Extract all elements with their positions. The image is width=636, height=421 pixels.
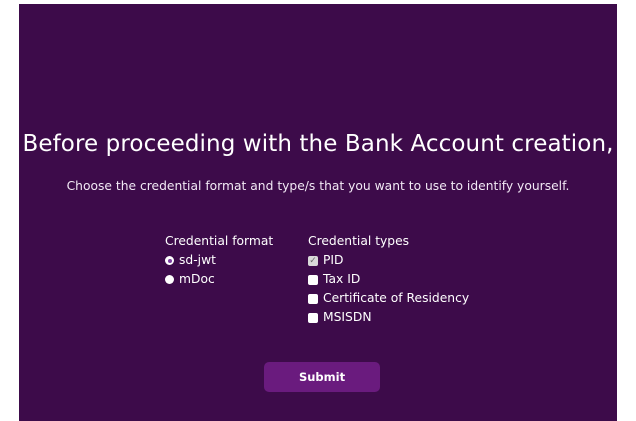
type-option-msisdn[interactable]: MSISDN [308, 308, 508, 327]
checkbox-certificate-of-residency[interactable] [308, 293, 318, 304]
credential-format-title: Credential format [165, 234, 274, 248]
type-option-pid[interactable]: ✓ PID [308, 251, 508, 270]
type-option-tax-id[interactable]: Tax ID [308, 270, 508, 289]
format-option-mdoc[interactable]: mDoc [165, 270, 308, 289]
format-option-label: mDoc [179, 272, 215, 286]
instructions-text: Choose the credential format and type/s … [66, 179, 570, 193]
credential-types-title: Credential types [308, 234, 410, 248]
options-group: Credential format sd-jwt mDoc Credential… [165, 232, 508, 327]
credential-format-group: Credential format sd-jwt mDoc [165, 232, 308, 327]
radio-sd-jwt[interactable] [165, 256, 174, 265]
checkbox-msisdn[interactable] [308, 312, 318, 323]
radio-mdoc[interactable] [165, 275, 174, 284]
format-option-label: sd-jwt [179, 253, 216, 267]
checkbox-pid[interactable]: ✓ [308, 255, 318, 266]
type-option-label: PID [323, 253, 344, 267]
type-option-label: Certificate of Residency [323, 291, 470, 305]
page-title: Before proceeding with the Bank Account … [22, 131, 614, 157]
checkbox-tax-id[interactable] [308, 274, 318, 285]
type-option-label: MSISDN [323, 310, 372, 324]
form-panel: Before proceeding with the Bank Account … [19, 4, 617, 421]
type-option-label: Tax ID [323, 272, 361, 286]
credential-types-group: Credential types ✓ PID Tax ID Certificat… [308, 232, 508, 327]
type-option-certificate-of-residency[interactable]: Certificate of Residency [308, 289, 508, 308]
submit-button[interactable]: Submit [264, 362, 380, 392]
format-option-sd-jwt[interactable]: sd-jwt [165, 251, 308, 270]
